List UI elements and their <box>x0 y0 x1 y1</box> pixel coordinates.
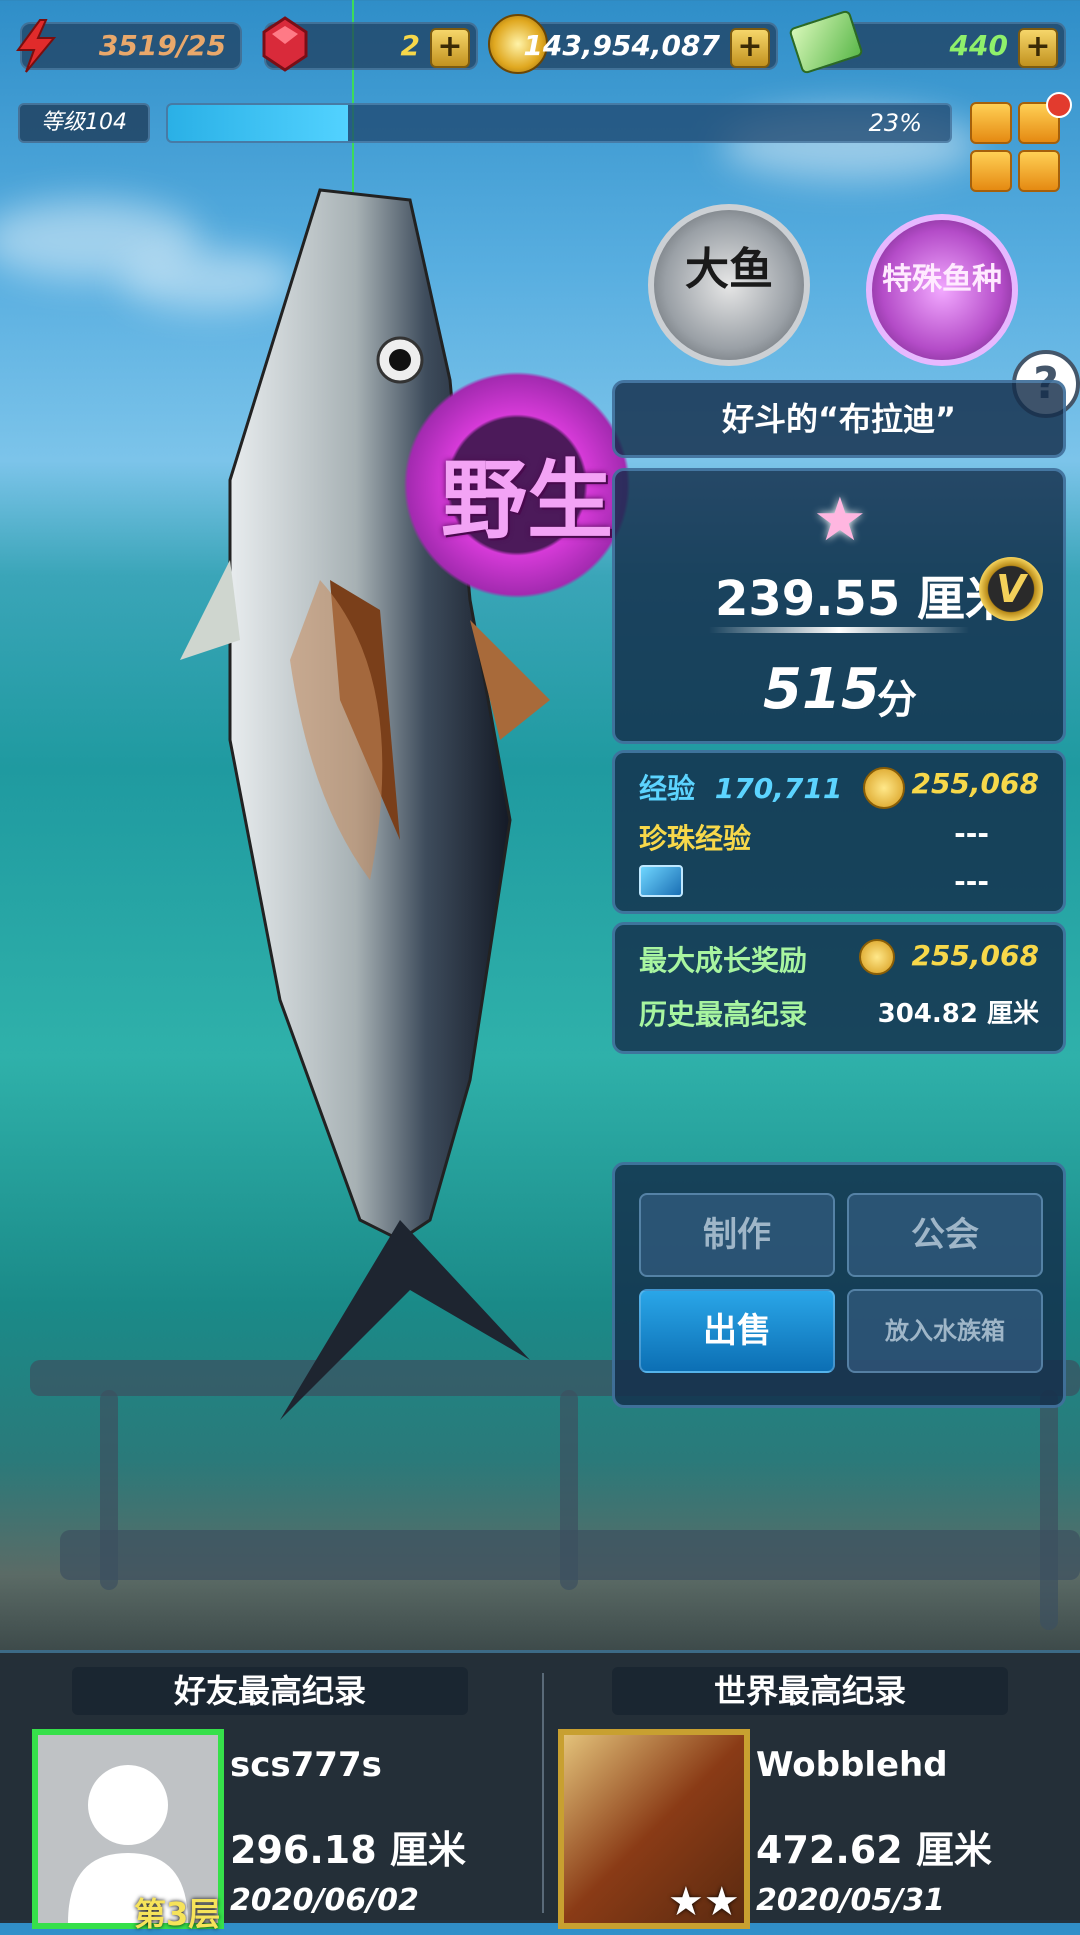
world-player-name: Wobblehd <box>756 1745 948 1785</box>
catch-stats-panel: ★ 239.55 厘米 V 515 分 <box>612 468 1066 744</box>
ticket-value: --- <box>954 865 989 898</box>
record-value: 304.82 厘米 <box>877 999 1039 1029</box>
pearl-exp-value: --- <box>954 817 989 850</box>
world-rank-stars: ★★ <box>668 1879 740 1925</box>
friend-record-date: 2020/06/02 <box>230 1883 419 1918</box>
world-record-title: 世界最高纪录 <box>612 1667 1008 1715</box>
records-bar: 好友最高纪录 世界最高纪录 第3层 scs777s 296.18 厘米 2020… <box>0 1650 1080 1933</box>
coins-stat: 143,954,087 + <box>488 14 778 74</box>
gems-value: 2 <box>400 29 420 62</box>
menu-tile <box>970 150 1012 192</box>
vip-badge-icon: V <box>979 557 1043 621</box>
actions-panel: 制作 公会 出售 放入水族箱 <box>612 1162 1066 1408</box>
craft-button[interactable]: 制作 <box>639 1193 835 1277</box>
exp-value: 170,711 <box>714 772 843 805</box>
xp-progress-bar: 23% <box>166 103 952 143</box>
cash-stack-icon <box>788 9 864 75</box>
exp-label: 经验 <box>639 772 696 805</box>
pearl-exp-row: 珍珠经验 --- <box>639 817 1039 861</box>
boat-deck <box>60 1530 1080 1580</box>
boat-railing-post <box>1040 1390 1058 1630</box>
add-coins-button[interactable]: + <box>730 28 770 68</box>
notification-dot <box>1046 92 1072 118</box>
main-menu-button[interactable] <box>970 102 1060 192</box>
coin-reward-value: 255,068 <box>911 767 1039 800</box>
score-value: 515 <box>763 657 880 722</box>
coins-value: 143,954,087 <box>523 29 720 62</box>
energy-value: 3519/25 <box>98 29 226 62</box>
max-bonus-row: 最大成长奖励 255,068 <box>639 939 1039 983</box>
xp-progress-fill <box>168 105 348 141</box>
add-cash-button[interactable]: + <box>1018 28 1058 68</box>
gems-stat: 2 + <box>262 16 478 72</box>
rewards-panel: 经验 170,711 255,068 珍珠经验 --- --- <box>612 750 1066 914</box>
friends-record-title: 好友最高纪录 <box>72 1667 468 1715</box>
ticket-row: --- <box>639 865 1039 909</box>
ruby-gem-icon <box>262 16 308 72</box>
friend-player-name: scs777s <box>230 1745 382 1785</box>
fish-size-value: 239.55 <box>715 571 901 627</box>
gold-coin-icon <box>863 767 905 809</box>
lightning-icon <box>16 19 57 73</box>
records-divider <box>542 1673 544 1913</box>
max-bonus-value: 255,068 <box>911 939 1039 972</box>
record-row: 历史最高纪录 304.82 厘米 <box>639 993 1039 1037</box>
cash-value: 440 <box>949 29 1008 62</box>
energy-stat: 3519/25 <box>16 19 242 73</box>
fish-name: 好斗的“布拉迪” <box>721 400 957 438</box>
fish-size: 239.55 厘米 <box>715 559 1013 629</box>
cash-stat: 440 + <box>788 9 1066 75</box>
rainbow-star-icon: ★ <box>813 485 867 555</box>
big-fish-badge[interactable]: 大鱼 <box>648 204 810 366</box>
fish-name-panel: 好斗的“布拉迪” <box>612 380 1066 458</box>
aquarium-button[interactable]: 放入水族箱 <box>847 1289 1043 1373</box>
growth-panel: 最大成长奖励 255,068 历史最高纪录 304.82 厘米 <box>612 922 1066 1054</box>
xp-progress-percent: 23% <box>868 109 922 137</box>
pearl-exp-label: 珍珠经验 <box>639 822 752 855</box>
player-level: 等级104 <box>18 103 150 143</box>
add-gems-button[interactable]: + <box>430 28 470 68</box>
world-record-date: 2020/05/31 <box>756 1883 945 1918</box>
friend-record-size: 296.18 厘米 <box>230 1828 466 1872</box>
ticket-icon <box>639 865 683 897</box>
max-bonus-label: 最大成长奖励 <box>639 944 808 977</box>
size-underline <box>709 627 969 633</box>
exp-row: 经验 170,711 255,068 <box>639 767 1039 811</box>
wild-label: 野生 <box>441 451 613 551</box>
world-record-size: 472.62 厘米 <box>756 1828 992 1872</box>
guild-button[interactable]: 公会 <box>847 1193 1043 1277</box>
menu-tile <box>1018 150 1060 192</box>
gold-coin-icon <box>859 939 895 975</box>
score-unit: 分 <box>877 677 917 723</box>
special-species-badge[interactable]: 特殊鱼种 <box>866 214 1018 366</box>
friend-floor-tag: 第3层 <box>134 1895 221 1933</box>
menu-tile <box>970 102 1012 144</box>
sell-button[interactable]: 出售 <box>639 1289 835 1373</box>
record-label: 历史最高纪录 <box>639 998 808 1031</box>
